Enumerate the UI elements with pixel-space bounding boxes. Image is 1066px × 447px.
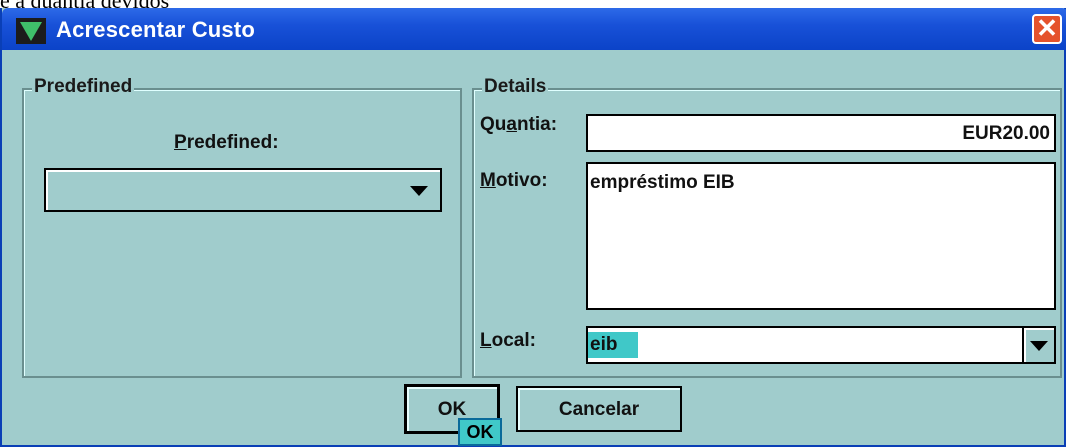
- local-combo[interactable]: eib: [586, 326, 1024, 364]
- cancel-button-label: Cancelar: [558, 399, 640, 420]
- title-bar[interactable]: Acrescentar Custo ✕: [2, 8, 1066, 50]
- chevron-down-icon: [410, 186, 428, 196]
- predefined-label: Predefined:: [174, 132, 279, 153]
- predefined-group: Predefined Predefined:: [22, 76, 462, 378]
- app-logo-icon: [16, 18, 46, 44]
- window-title: Acrescentar Custo: [56, 17, 256, 42]
- motivo-textarea[interactable]: empréstimo EIB: [586, 162, 1056, 310]
- details-group-title: Details: [482, 76, 549, 98]
- close-button[interactable]: ✕: [1032, 14, 1062, 44]
- quantia-field[interactable]: EUR20.00: [586, 114, 1056, 152]
- details-group: Details Quantia: EUR20.00 Motivo: emprés…: [472, 76, 1062, 378]
- quantia-label: Quantia:: [480, 114, 558, 135]
- chevron-down-icon: [1030, 341, 1048, 351]
- local-label: Local:: [480, 330, 536, 351]
- predefined-group-title: Predefined: [32, 76, 135, 98]
- local-value: eib: [588, 332, 638, 358]
- motivo-value: empréstimo EIB: [590, 172, 735, 193]
- dialog-window: Acrescentar Custo ✕ Predefined Predefine…: [0, 8, 1066, 447]
- motivo-label: Motivo:: [480, 170, 548, 191]
- quantia-value: EUR20.00: [962, 123, 1050, 144]
- ok-tooltip: OK: [458, 418, 502, 446]
- local-dropdown-button[interactable]: [1022, 326, 1056, 364]
- predefined-select[interactable]: [44, 168, 442, 212]
- cancel-button[interactable]: Cancelar: [516, 386, 682, 432]
- ok-button-label: OK: [437, 399, 467, 420]
- close-icon: ✕: [1036, 13, 1058, 43]
